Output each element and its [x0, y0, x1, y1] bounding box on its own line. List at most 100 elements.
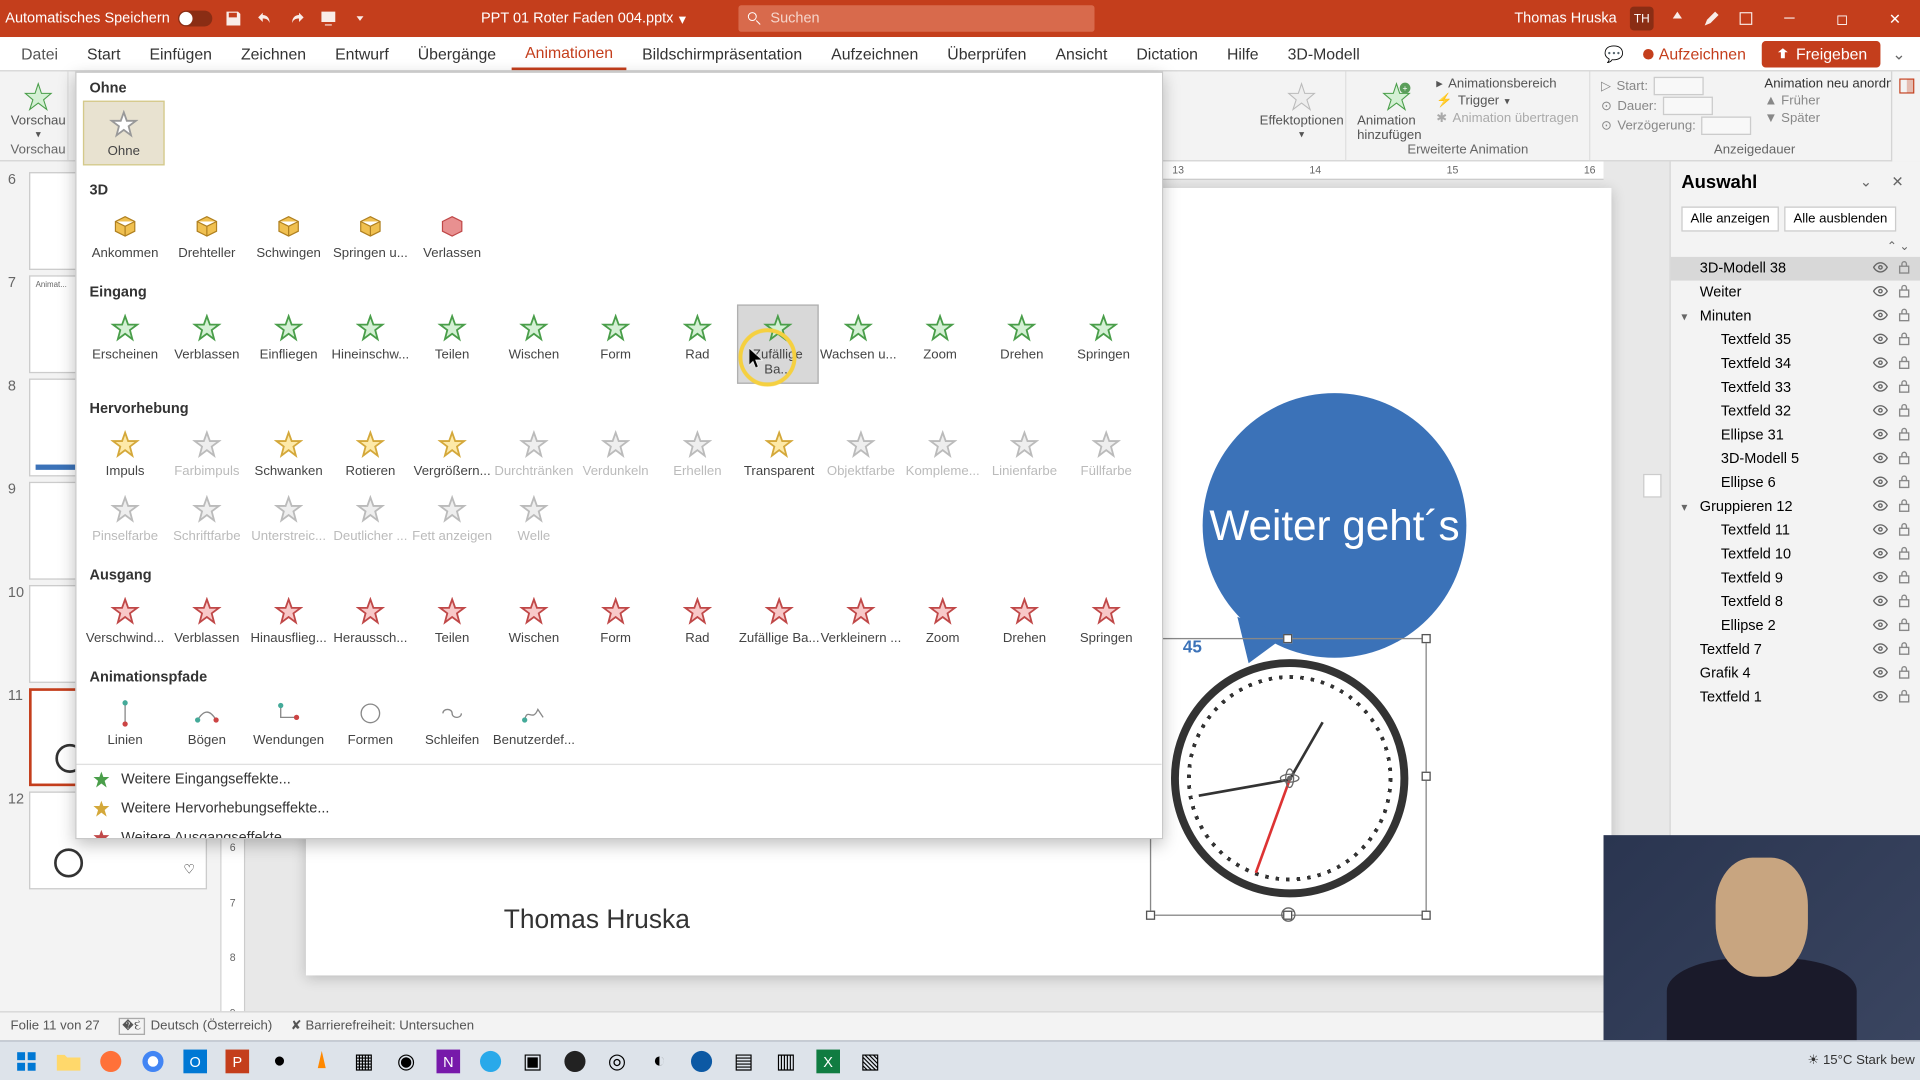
aufzeichnen-button[interactable]: Aufzeichnen: [1632, 40, 1756, 66]
pen-icon[interactable]: [1701, 8, 1722, 29]
selection-handle[interactable]: [1146, 911, 1155, 920]
delay-row[interactable]: ⊙Verzögerung:: [1601, 116, 1751, 135]
tab-bildschirm[interactable]: Bildschirmpräsentation: [629, 39, 815, 68]
selection-item-4[interactable]: Textfeld 34: [1671, 352, 1920, 376]
effect-eingang-8[interactable]: Zufällige Ba...: [737, 304, 819, 383]
effect-ausgang-11[interactable]: Drehen: [984, 589, 1066, 651]
lock-icon[interactable]: [1896, 259, 1914, 278]
lock-icon[interactable]: [1896, 593, 1914, 612]
firefox-icon[interactable]: [90, 1044, 132, 1078]
effect-eingang-7[interactable]: Rad: [657, 306, 739, 383]
rotate-handle[interactable]: [1279, 905, 1297, 930]
effect-3d-1[interactable]: Drehteller: [166, 204, 248, 266]
lock-icon[interactable]: [1896, 450, 1914, 469]
visibility-icon[interactable]: [1873, 498, 1891, 517]
selection-item-17[interactable]: Grafik 4: [1671, 662, 1920, 686]
coming-soon-icon[interactable]: [1667, 8, 1688, 29]
rotate-3d-icon[interactable]: [1279, 768, 1300, 789]
slide-counter[interactable]: Folie 11 von 27: [11, 1019, 100, 1034]
lock-icon[interactable]: [1896, 617, 1914, 636]
effect-eingang-11[interactable]: Drehen: [981, 306, 1063, 383]
visibility-icon[interactable]: [1873, 283, 1891, 302]
app-icon[interactable]: ◉: [385, 1044, 427, 1078]
lock-icon[interactable]: [1896, 355, 1914, 374]
animation-pane-button[interactable]: ▸Animationsbereich: [1436, 77, 1578, 92]
start-input[interactable]: [1653, 77, 1703, 96]
selection-item-13[interactable]: Textfeld 9: [1671, 566, 1920, 590]
search-input[interactable]: [770, 11, 1086, 27]
expand-icon[interactable]: ▾: [1681, 500, 1694, 515]
app-icon[interactable]: ▧: [849, 1044, 891, 1078]
visibility-icon[interactable]: [1873, 545, 1891, 564]
effect-ausgang-3[interactable]: Heraussch...: [330, 589, 412, 651]
effect-pfad-4[interactable]: Schleifen: [411, 691, 493, 753]
effect-ausgang-2[interactable]: Hinausflieg...: [248, 589, 330, 651]
lock-icon[interactable]: [1896, 426, 1914, 445]
window-options-icon[interactable]: [1735, 8, 1756, 29]
lock-icon[interactable]: [1896, 641, 1914, 660]
telegram-icon[interactable]: [469, 1044, 511, 1078]
start-button[interactable]: [5, 1044, 47, 1078]
expand-icon[interactable]: ▾: [1681, 309, 1694, 324]
effect-eingang-4[interactable]: Teilen: [411, 306, 493, 383]
file-explorer-icon[interactable]: [47, 1044, 89, 1078]
visibility-icon[interactable]: [1873, 521, 1891, 540]
duration-row[interactable]: ⊙Dauer:: [1601, 97, 1751, 116]
effect-pfad-5[interactable]: Benutzerdef...: [493, 691, 575, 753]
tab-dictation[interactable]: Dictation: [1123, 39, 1211, 68]
lock-icon[interactable]: [1896, 307, 1914, 326]
maximize-button[interactable]: ◻: [1822, 5, 1862, 31]
more-hervor-effects[interactable]: Weitere Hervorhebungseffekte...: [76, 794, 1161, 823]
accessibility-status[interactable]: ✘ Barrierefreiheit: Untersuchen: [291, 1019, 474, 1034]
visibility-icon[interactable]: [1873, 379, 1891, 398]
chrome-icon[interactable]: [132, 1044, 174, 1078]
effect-3d-3[interactable]: Springen u...: [330, 204, 412, 266]
effect-ausgang-9[interactable]: Verkleinern ...: [820, 589, 902, 651]
selection-handle[interactable]: [1422, 634, 1431, 643]
selection-item-5[interactable]: Textfeld 33: [1671, 376, 1920, 400]
effect-eingang-12[interactable]: Springen: [1063, 306, 1145, 383]
trigger-button[interactable]: ⚡Trigger▾: [1436, 94, 1578, 109]
outlook-icon[interactable]: O: [174, 1044, 216, 1078]
user-avatar[interactable]: TH: [1630, 7, 1654, 31]
move-down-icon[interactable]: ⌄: [1899, 240, 1909, 255]
effect-hervor-4[interactable]: Vergrößern...: [411, 422, 493, 484]
toggle-switch-icon[interactable]: [178, 11, 212, 27]
effect-ausgang-10[interactable]: Zoom: [902, 589, 984, 651]
tab-3d-modell[interactable]: 3D-Modell: [1274, 39, 1372, 68]
tab-zeichnen[interactable]: Zeichnen: [228, 39, 319, 68]
tab-aufzeichnen[interactable]: Aufzeichnen: [818, 39, 931, 68]
comments-icon[interactable]: 💬: [1601, 44, 1627, 63]
selection-item-8[interactable]: 3D-Modell 5: [1671, 447, 1920, 471]
lock-icon[interactable]: [1896, 664, 1914, 683]
lock-icon[interactable]: [1896, 402, 1914, 421]
visibility-icon[interactable]: [1873, 259, 1891, 278]
effect-eingang-2[interactable]: Einfliegen: [248, 306, 330, 383]
selection-pane-toggle[interactable]: [1891, 71, 1920, 161]
effect-3d-0[interactable]: Ankommen: [84, 204, 166, 266]
selection-item-14[interactable]: Textfeld 8: [1671, 590, 1920, 614]
move-up-icon[interactable]: ⌃: [1887, 240, 1897, 255]
lock-icon[interactable]: [1896, 498, 1914, 517]
visibility-icon[interactable]: [1873, 617, 1891, 636]
selection-item-0[interactable]: 3D-Modell 38: [1671, 257, 1920, 281]
tab-datei[interactable]: Datei: [8, 39, 71, 68]
lock-icon[interactable]: [1896, 521, 1914, 540]
pane-dropdown-icon[interactable]: ⌄: [1854, 169, 1878, 193]
app-icon[interactable]: ▦: [343, 1044, 385, 1078]
preview-button[interactable]: Vorschau ▾: [11, 74, 66, 140]
selection-item-1[interactable]: Weiter: [1671, 281, 1920, 305]
effect-ausgang-6[interactable]: Form: [575, 589, 657, 651]
lock-icon[interactable]: [1896, 569, 1914, 588]
clock-3d-model[interactable]: [1171, 659, 1408, 897]
effect-ausgang-8[interactable]: Zufällige Ba...: [738, 589, 820, 651]
effect-hervor-2[interactable]: Schwanken: [248, 422, 330, 484]
lock-icon[interactable]: [1896, 688, 1914, 707]
comment-indicator[interactable]: [1643, 474, 1661, 498]
effect-options-button[interactable]: Effektoptionen ▾: [1262, 74, 1341, 140]
effect-ausgang-12[interactable]: Springen: [1065, 589, 1147, 651]
qat-customize-icon[interactable]: [381, 8, 402, 29]
weather-widget[interactable]: ☀ 15°C Stark bew: [1807, 1054, 1914, 1069]
tab-ueberpruefen[interactable]: Überprüfen: [934, 39, 1040, 68]
from-beginning-icon[interactable]: [317, 8, 338, 29]
